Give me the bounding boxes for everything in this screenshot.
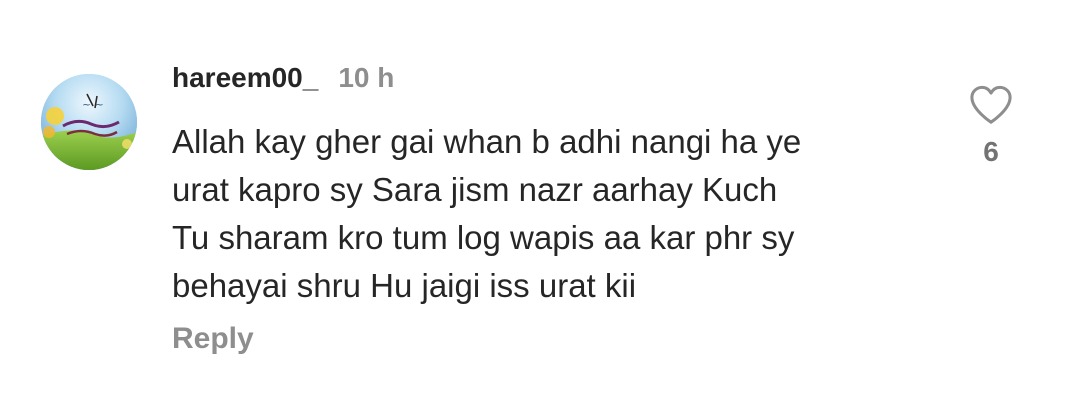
reply-button[interactable]: Reply bbox=[172, 322, 254, 356]
like-count: 6 bbox=[983, 136, 999, 167]
avatar[interactable]: ~ ~ bbox=[41, 74, 137, 170]
comment-text-line: Allah kay gher gai whan b adhi nangi ha … bbox=[172, 123, 802, 160]
avatar-image: ~ ~ bbox=[41, 74, 137, 170]
comment-text-line: urat kapro sy Sara jism nazr aarhay Kuch bbox=[172, 171, 778, 208]
heart-icon[interactable] bbox=[968, 84, 1014, 126]
comment-item: ~ ~ hareem00_ 10 h Allah kay gher gai wh… bbox=[0, 0, 1068, 414]
username[interactable]: hareem00_ bbox=[172, 62, 318, 94]
comment-text-line: behayai shru Hu jaigi iss urat kii bbox=[172, 267, 637, 304]
comment-text: Allah kay gher gai whan b adhi nangi ha … bbox=[172, 118, 962, 310]
comment-text-line: Tu sharam kro tum log wapis aa kar phr s… bbox=[172, 219, 795, 256]
comment-header: hareem00_ 10 h bbox=[172, 62, 394, 98]
timestamp: 10 h bbox=[338, 62, 395, 93]
like-control: 6 bbox=[963, 84, 1019, 168]
